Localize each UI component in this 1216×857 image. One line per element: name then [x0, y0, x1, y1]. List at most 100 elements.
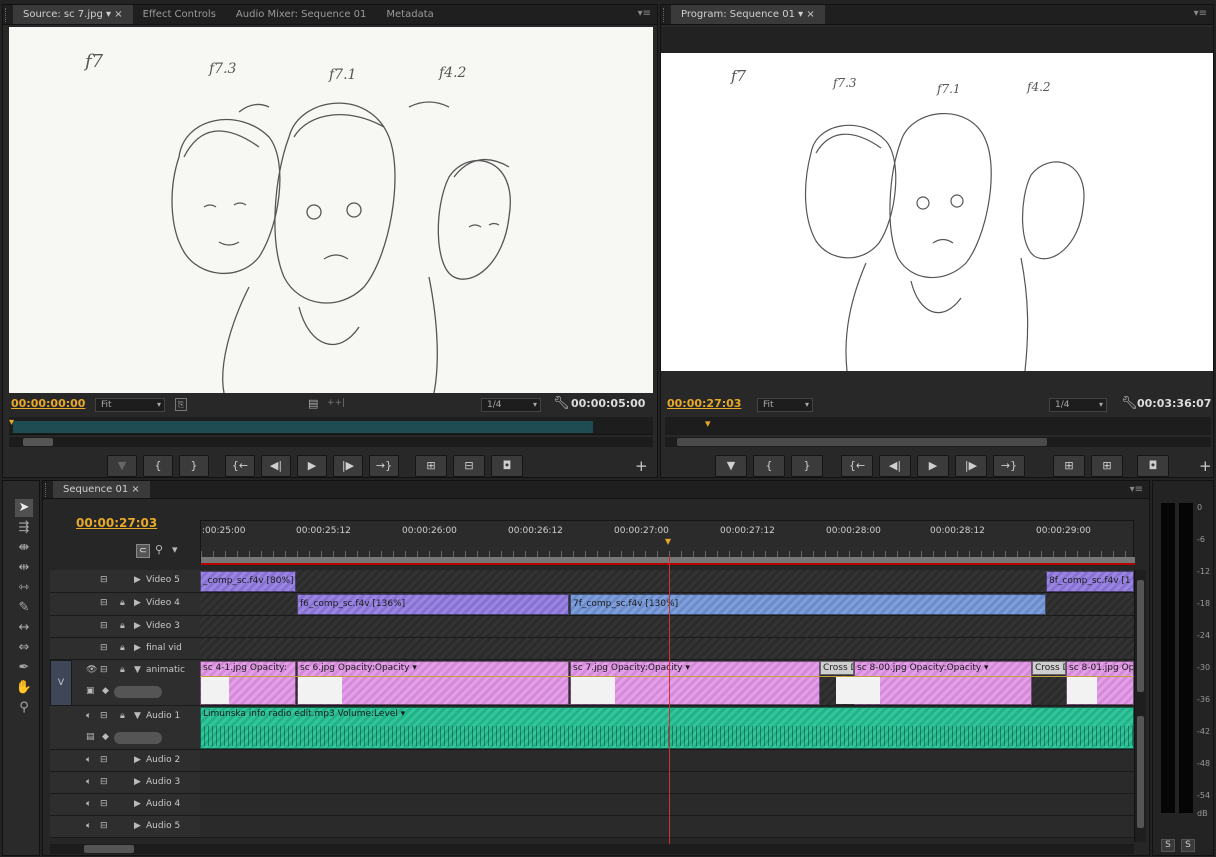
- tab-audio-mixer[interactable]: Audio Mixer: Sequence 01: [226, 5, 376, 24]
- go-to-out-button[interactable]: →}: [993, 455, 1025, 477]
- track-header-audio1[interactable]: 🔈︎ ⊟ 🔒︎ ▼ Audio 1 ▤ ◆: [50, 706, 200, 750]
- zoom-scroll-thumb[interactable]: [84, 845, 134, 853]
- scroll-thumb[interactable]: [1137, 580, 1144, 692]
- toggle-output-icon[interactable]: ⊟: [100, 711, 108, 721]
- toggle-output-icon[interactable]: ⊟: [100, 777, 108, 787]
- audio-tracks-scrollbar[interactable]: [1134, 706, 1146, 842]
- add-marker-button[interactable]: ▼: [107, 455, 137, 477]
- clip-v4-b[interactable]: 7f_comp_sc.f4v [130%]: [570, 594, 1046, 615]
- pen-tool-icon[interactable]: ✒: [15, 659, 33, 677]
- zoom-scroll-thumb[interactable]: [677, 438, 1047, 446]
- toggle-output-icon[interactable]: ⊟: [100, 621, 108, 631]
- step-back-button[interactable]: ◀|: [879, 455, 911, 477]
- expand-track-icon[interactable]: ▶: [134, 799, 141, 809]
- safe-margins-icon[interactable]: ⎘: [175, 398, 187, 411]
- clip-v4-a[interactable]: f6_comp_sc.f4v [136%]: [297, 594, 569, 615]
- hand-tool-icon[interactable]: ✋: [15, 679, 33, 697]
- solo-right-button[interactable]: S: [1181, 839, 1195, 852]
- speaker-icon[interactable]: 🔈︎: [86, 755, 91, 765]
- track-header-audio5[interactable]: 🔈︎ ⊟ ▶ Audio 5: [50, 816, 200, 838]
- source-patch-v[interactable]: V: [50, 660, 72, 706]
- track-header-audio2[interactable]: 🔈︎ ⊟ ▶ Audio 2: [50, 750, 200, 772]
- transition-cross-dissolve[interactable]: Cross D: [820, 661, 854, 675]
- dropdown-icon[interactable]: ▾: [798, 9, 803, 20]
- zoom-scroll-thumb[interactable]: [23, 438, 53, 446]
- track-lane-video3[interactable]: [200, 616, 1134, 638]
- video-tracks-scrollbar[interactable]: [1134, 570, 1146, 706]
- toggle-output-icon[interactable]: ⊟: [100, 575, 108, 585]
- lock-icon[interactable]: 🔒︎: [120, 711, 125, 721]
- selection-tool-icon[interactable]: ➤: [15, 499, 33, 517]
- transition-cross-dissolve[interactable]: Cross D: [1032, 661, 1066, 675]
- clip-an-5[interactable]: sc 8-00.jpg Opacity:Opacity ▾: [854, 661, 1032, 705]
- lock-icon[interactable]: 🔒︎: [120, 598, 125, 608]
- play-button[interactable]: ▶: [917, 455, 949, 477]
- zoom-tool-icon[interactable]: ⚲: [15, 699, 33, 717]
- button-editor-plus-icon[interactable]: +: [635, 457, 648, 475]
- keyframe-icon[interactable]: ◆: [102, 686, 109, 696]
- add-marker-button[interactable]: ▼: [715, 455, 747, 477]
- track-lane-video5[interactable]: [200, 570, 1134, 593]
- marker-icon[interactable]: ▾: [172, 543, 178, 556]
- track-header-animatic[interactable]: 👁︎ ⊟ 🔒︎ ▼ animatic ▣ ◆: [72, 660, 200, 706]
- timeline-timecode[interactable]: 00:00:27:03: [76, 516, 157, 530]
- program-fit-select[interactable]: Fit ▾: [757, 398, 813, 412]
- go-to-in-button[interactable]: {←: [841, 455, 873, 477]
- collapse-track-icon[interactable]: ▼: [134, 711, 141, 721]
- program-quality-select[interactable]: 1/4 ▾: [1049, 398, 1107, 412]
- export-frame-button[interactable]: ◘: [491, 455, 523, 477]
- playhead-marker-icon[interactable]: ▾: [705, 417, 711, 430]
- toggle-output-icon[interactable]: ⊟: [100, 821, 108, 831]
- expand-track-icon[interactable]: ▶: [134, 598, 141, 608]
- speaker-icon[interactable]: 🔈︎: [86, 711, 91, 721]
- track-lane-audio4[interactable]: [200, 794, 1134, 816]
- lift-button[interactable]: ⊞: [1053, 455, 1085, 477]
- eye-icon[interactable]: 👁︎: [86, 665, 97, 675]
- wrench-icon[interactable]: 🔧︎: [553, 396, 570, 411]
- program-timecode[interactable]: 00:00:27:03: [667, 397, 741, 410]
- slip-tool-icon[interactable]: ↔: [15, 619, 33, 637]
- display-style-icon[interactable]: ▤: [86, 732, 95, 742]
- rate-stretch-tool-icon[interactable]: ⇿: [15, 579, 33, 597]
- expand-track-icon[interactable]: ▶: [134, 755, 141, 765]
- tab-effect-controls[interactable]: Effect Controls: [133, 5, 226, 24]
- expand-track-icon[interactable]: ▶: [134, 575, 141, 585]
- close-icon[interactable]: ×: [806, 9, 814, 20]
- track-lane-audio2[interactable]: [200, 750, 1134, 772]
- keyframe-icon[interactable]: ◆: [102, 732, 109, 742]
- playhead-marker-icon[interactable]: ▾: [9, 417, 14, 428]
- audio-wave-icon[interactable]: ++|: [327, 398, 345, 408]
- expand-track-icon[interactable]: ▶: [134, 777, 141, 787]
- step-forward-button[interactable]: |▶: [955, 455, 987, 477]
- program-time-ruler[interactable]: ▾: [665, 417, 1211, 435]
- play-button[interactable]: ▶: [297, 455, 327, 477]
- go-to-in-button[interactable]: {←: [225, 455, 255, 477]
- mark-out-button[interactable]: }: [791, 455, 823, 477]
- track-header-video4[interactable]: ⊟ 🔒︎ ▶ Video 4: [50, 593, 200, 616]
- tab-metadata[interactable]: Metadata: [376, 5, 443, 24]
- speaker-icon[interactable]: 🔈︎: [86, 821, 91, 831]
- panel-grip[interactable]: [45, 482, 51, 497]
- scroll-thumb[interactable]: [1137, 716, 1144, 828]
- program-zoom-scrollbar[interactable]: [665, 437, 1211, 447]
- rolling-edit-tool-icon[interactable]: ⇹: [15, 559, 33, 577]
- toggle-output-icon[interactable]: ⊟: [100, 598, 108, 608]
- source-zoom-scrollbar[interactable]: [9, 437, 653, 447]
- step-back-button[interactable]: ◀|: [261, 455, 291, 477]
- track-select-tool-icon[interactable]: ⇶: [15, 519, 33, 537]
- tab-source[interactable]: Source: sc 7.jpg ▾ ×: [13, 5, 133, 24]
- timeline-playhead-handle[interactable]: ▾: [665, 534, 671, 548]
- track-header-audio3[interactable]: 🔈︎ ⊟ ▶ Audio 3: [50, 772, 200, 794]
- mark-in-button[interactable]: {: [753, 455, 785, 477]
- toggle-output-icon[interactable]: ⊟: [100, 665, 108, 675]
- speaker-icon[interactable]: 🔈︎: [86, 777, 91, 787]
- expand-track-icon[interactable]: ▶: [134, 643, 141, 653]
- track-header-final-vid[interactable]: ⊟ 🔒︎ ▶ final vid: [50, 638, 200, 660]
- panel-grip[interactable]: [663, 7, 669, 22]
- clip-v5-b[interactable]: 8f_comp_sc.f4v [1: [1046, 571, 1134, 592]
- track-lane-final-vid[interactable]: [200, 638, 1134, 660]
- source-quality-select[interactable]: 1/4 ▾: [481, 398, 541, 412]
- track-header-audio4[interactable]: 🔈︎ ⊟ ▶ Audio 4: [50, 794, 200, 816]
- display-style-icon[interactable]: ▣: [86, 686, 95, 696]
- lock-icon[interactable]: 🔒︎: [120, 665, 125, 675]
